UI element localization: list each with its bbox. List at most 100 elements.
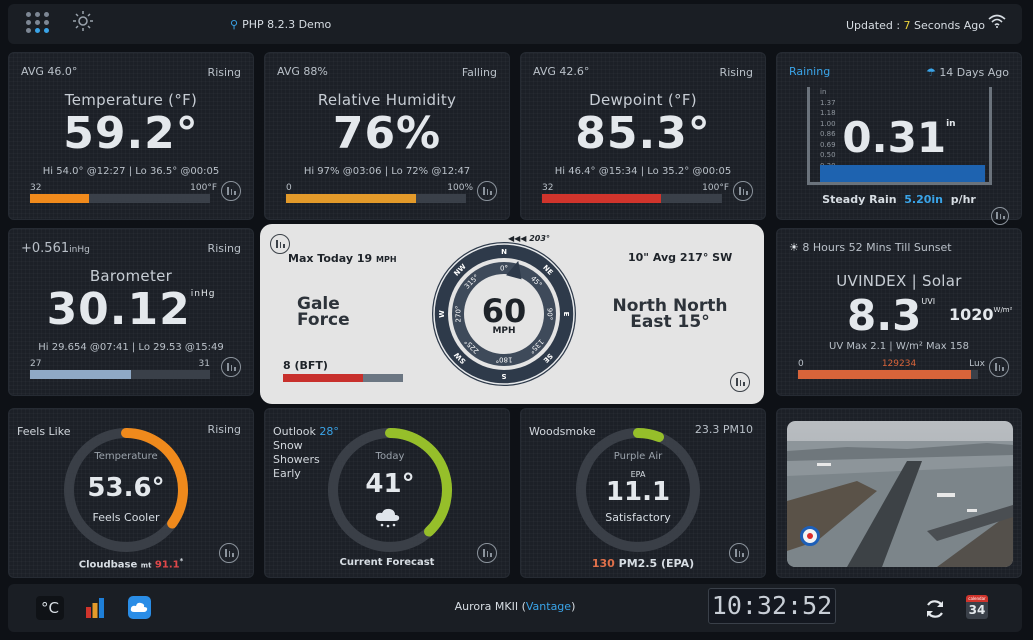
barometer-min: 27 (30, 359, 42, 369)
wind-gust-dir: ◀◀◀ 203° (508, 234, 550, 243)
wind-card[interactable]: Max Today 19 MPH Gale Force 8 (BFT) N NE E… (260, 224, 764, 404)
humidity-card[interactable]: AVG 88% Falling Relative Humidity 76% Hi… (264, 52, 510, 220)
feels-like-inner-title: Temperature (94, 451, 158, 462)
chart-icon[interactable] (219, 543, 239, 563)
location-label: ⚲ PHP 8.2.3 Demo (230, 18, 332, 31)
humidity-max: 100% (447, 183, 473, 193)
chart-icon[interactable] (477, 181, 497, 201)
forecast-inner-title: Today (375, 451, 405, 462)
temperature-bar (30, 194, 210, 203)
chart-icon[interactable] (270, 234, 290, 254)
chart-icon[interactable] (221, 357, 241, 377)
rain-rate: Steady Rain 5.20in p/hr (822, 193, 976, 206)
dewpoint-bar (542, 194, 722, 203)
theme-sun-icon[interactable] (72, 10, 94, 32)
rain-last: ☂ 14 Days Ago (925, 66, 1009, 79)
wind-force: Gale Force (297, 294, 350, 330)
barometer-max: 31 (198, 359, 210, 369)
feels-like-value: 53.6° (87, 473, 165, 503)
forecast-footer: Current Forecast (339, 557, 435, 568)
updated-status: Updated : 7 Seconds Ago (846, 19, 985, 32)
chart-icon[interactable] (221, 181, 241, 201)
barometer-bar (30, 370, 210, 379)
compass-point: S (501, 372, 506, 380)
barometer-change: +0.561inHg (21, 241, 90, 256)
humidity-bar (286, 194, 466, 203)
forecast-card[interactable]: Outlook 28° Snow Showers Early Today 41°… (264, 408, 510, 578)
humidity-avg: AVG 88% (277, 65, 328, 78)
dewpoint-min: 32 (542, 183, 554, 193)
cloudbase: Cloudbase mt 91.1* (78, 557, 184, 571)
barometer-value: 30.12inHg (46, 284, 216, 335)
station-link[interactable]: Vantage (526, 600, 571, 613)
barometer-hilo: Hi 29.654 @07:41 | Lo 29.53 @15:49 (38, 342, 224, 353)
dewpoint-card[interactable]: AVG 42.6° Rising Dewpoint (°F) 85.3° Hi … (520, 52, 766, 220)
temperature-avg: AVG 46.0° (21, 65, 78, 78)
wind-direction: North North East 15° (612, 296, 728, 332)
compass-degree: 0° (500, 265, 508, 273)
chart-icon[interactable] (730, 372, 750, 392)
umbrella-icon: ☂ (925, 66, 936, 79)
rain-status: Raining (789, 65, 831, 78)
aqi-value: 11.1 (605, 477, 671, 507)
uv-max: UV Max 2.1 | W/m² Max 158 (829, 341, 969, 352)
wind-bft-fill (283, 374, 364, 382)
barometer-card[interactable]: +0.561inHg Rising Barometer 30.12inHg Hi… (8, 228, 254, 396)
dewpoint-title: Dewpoint (°F) (589, 91, 697, 109)
dewpoint-avg: AVG 42.6° (533, 65, 590, 78)
feels-like-card[interactable]: Feels Like Rising Temperature 53.6° Feel… (8, 408, 254, 578)
temperature-min: 32 (30, 183, 42, 193)
rain-card[interactable]: Raining ☂ 14 Days Ago in 1.37 1.18 1.00 0.86… (776, 52, 1022, 225)
webcam-card[interactable] (776, 408, 1022, 578)
barometer-trend: Rising (207, 242, 241, 255)
dewpoint-hilo: Hi 46.4° @15:34 | Lo 35.2° @00:05 (554, 166, 732, 177)
uv-max-label: Lux (969, 359, 985, 369)
bottom-bar: °C Aurora MKII (Vantage) 10:32:52 calend… (8, 584, 1022, 632)
calendar-icon[interactable]: calendar 34 (966, 595, 988, 619)
uv-solar: 1020W/m² (949, 305, 1013, 324)
uv-card[interactable]: ☀ 8 Hours 52 Mins Till Sunset UVINDEX | … (776, 228, 1022, 396)
ring-arc (633, 428, 664, 443)
humidity-title: Relative Humidity (317, 91, 457, 109)
webcam-record-icon[interactable] (800, 526, 820, 546)
rain-value: 0.31in (842, 113, 956, 162)
temperature-title: Temperature (°F) (64, 91, 198, 109)
humidity-hilo: Hi 97% @03:06 | Lo 72% @12:47 (303, 166, 471, 177)
wind-speed: 60 MPH (481, 292, 527, 336)
snow-cloud-icon (375, 508, 400, 528)
refresh-icon[interactable] (924, 598, 946, 620)
chart-icon[interactable] (733, 181, 753, 201)
dewpoint-value: 85.3° (575, 108, 711, 159)
aqi-inner-title: Purple Air (613, 451, 663, 462)
chart-icon[interactable] (989, 357, 1009, 377)
humidity-min: 0 (286, 183, 292, 193)
wind-avg: 10" Avg 217° SW (628, 251, 733, 264)
uv-value: 8.3UVI (847, 291, 936, 340)
station-label: Aurora MKII (Vantage) (454, 600, 576, 613)
chart-icon[interactable] (729, 543, 749, 563)
sun-icon: ☀ (789, 241, 799, 254)
temperature-trend: Rising (207, 66, 241, 79)
chart-icon[interactable] (991, 207, 1009, 225)
chart-icon[interactable] (477, 543, 497, 563)
wind-max-today: Max Today 19 MPH (288, 252, 397, 265)
aqi-desc: Satisfactory (605, 511, 671, 524)
aqi-pm25: 130 PM2.5 (EPA) (591, 557, 695, 570)
feels-like-desc: Feels Cooler (92, 511, 160, 524)
clock: 10:32:52 (708, 588, 836, 624)
aqi-card[interactable]: Woodsmoke 23.3 PM10 Purple Air EPA 11.1 … (520, 408, 766, 578)
temperature-card[interactable]: AVG 46.0° Rising Temperature (°F) 59.2° … (8, 52, 254, 220)
webcam-image[interactable] (787, 421, 1013, 567)
menu-grid-icon[interactable] (26, 10, 50, 34)
compass-point: N (501, 248, 507, 256)
rain-tick: in (820, 88, 827, 96)
temperature-max: 100°F (190, 183, 217, 193)
dewpoint-max: 100°F (702, 183, 729, 193)
uv-bar (798, 370, 978, 379)
wind-bft: 8 (BFT) (283, 359, 328, 372)
aqi-pm10: 23.3 PM10 (694, 423, 753, 436)
rain-tick: 1.37 (820, 98, 836, 107)
barometer-title: Barometer (89, 267, 173, 285)
compass-degree: 180° (496, 356, 513, 364)
wind-bft-bar (283, 374, 403, 382)
